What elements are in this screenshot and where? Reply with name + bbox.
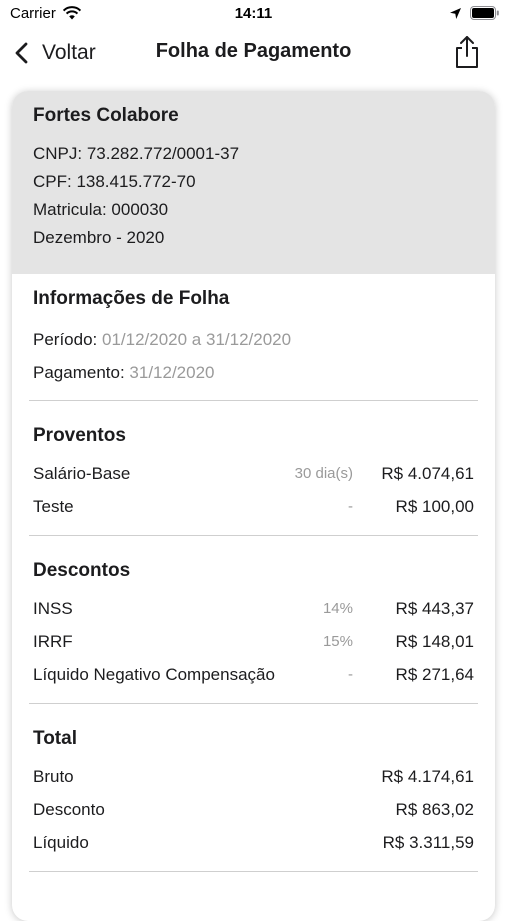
- navigation-bar: Voltar Folha de Pagamento: [0, 30, 507, 76]
- folha-section: Informações de Folha Período: 01/12/2020…: [12, 274, 495, 389]
- employee-name: Fortes Colabore: [33, 105, 179, 126]
- periodo-value: 01/12/2020 a 31/12/2020: [102, 330, 292, 349]
- descontos-section: Descontos INSS 14% R$ 443,37 IRRF 15% R$…: [12, 536, 495, 691]
- row-label: Desconto: [33, 800, 105, 819]
- total-row: Bruto R$ 4.174,61: [33, 760, 474, 793]
- pagamento-row: Pagamento: 31/12/2020: [33, 356, 474, 389]
- total-section: Total Bruto R$ 4.174,61 Desconto R$ 863,…: [12, 704, 495, 859]
- row-reference: 14%: [322, 600, 353, 617]
- descontos-row: INSS 14% R$ 443,37: [33, 592, 474, 625]
- proventos-row: Teste - R$ 100,00: [33, 490, 474, 523]
- pagamento-label: Pagamento:: [33, 363, 125, 382]
- pagamento-value: 31/12/2020: [129, 363, 215, 382]
- periodo-label: Período:: [33, 330, 98, 349]
- row-value: R$ 3.311,59: [382, 833, 474, 852]
- divider: [29, 871, 478, 872]
- row-reference: -: [348, 666, 353, 683]
- row-reference: -: [348, 498, 353, 515]
- payslip-card: Fortes Colabore CNPJ: 73.282.772/0001-37…: [12, 91, 495, 921]
- row-label: Teste: [33, 497, 74, 516]
- competencia-text: Dezembro - 2020: [33, 228, 165, 247]
- battery-icon: [470, 6, 499, 20]
- descontos-row: IRRF 15% R$ 148,01: [33, 625, 474, 658]
- descontos-row: Líquido Negativo Compensação - R$ 271,64: [33, 658, 474, 691]
- row-reference: 15%: [322, 633, 353, 650]
- folha-title: Informações de Folha: [33, 288, 230, 309]
- row-label: Líquido: [33, 833, 89, 852]
- employee-header: Fortes Colabore CNPJ: 73.282.772/0001-37…: [12, 91, 495, 274]
- cnpj-text: CNPJ: 73.282.772/0001-37: [33, 144, 240, 163]
- row-label: Líquido Negativo Compensação: [33, 665, 275, 684]
- share-icon[interactable]: [452, 34, 482, 70]
- proventos-title: Proventos: [33, 425, 126, 446]
- row-value: R$ 4.074,61: [381, 464, 474, 483]
- proventos-row: Salário-Base 30 dia(s) R$ 4.074,61: [33, 457, 474, 490]
- total-row: Desconto R$ 863,02: [33, 793, 474, 826]
- status-time: 14:11: [234, 5, 273, 22]
- proventos-section: Proventos Salário-Base 30 dia(s) R$ 4.07…: [12, 401, 495, 523]
- row-value: R$ 148,01: [395, 632, 474, 651]
- location-arrow-icon: [450, 8, 461, 19]
- row-reference: 30 dia(s): [294, 465, 353, 482]
- cpf-text: CPF: 138.415.772-70: [33, 172, 196, 191]
- descontos-title: Descontos: [33, 560, 131, 581]
- row-value: R$ 271,64: [395, 665, 474, 684]
- row-value: R$ 100,00: [395, 497, 474, 516]
- total-title: Total: [33, 728, 77, 749]
- row-label: IRRF: [33, 632, 73, 651]
- row-label: Bruto: [33, 767, 74, 786]
- row-value: R$ 863,02: [395, 800, 474, 819]
- row-label: Salário-Base: [33, 464, 131, 483]
- status-bar: Carrier 14:11: [0, 0, 507, 30]
- total-row: Líquido R$ 3.311,59: [33, 826, 474, 859]
- periodo-row: Período: 01/12/2020 a 31/12/2020: [33, 323, 474, 356]
- row-label: INSS: [33, 599, 73, 618]
- row-value: R$ 4.174,61: [381, 767, 474, 786]
- page-title: Folha de Pagamento: [155, 40, 352, 62]
- row-value: R$ 443,37: [395, 599, 474, 618]
- matricula-text: Matricula: 000030: [33, 200, 169, 219]
